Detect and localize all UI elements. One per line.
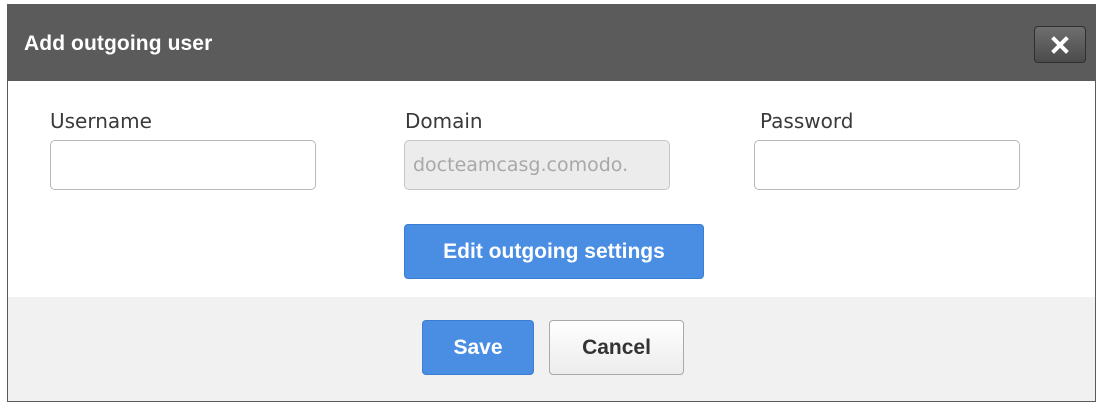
close-icon [1051, 35, 1069, 54]
username-input[interactable] [50, 140, 316, 190]
password-input[interactable] [754, 140, 1020, 190]
dialog-title: Add outgoing user [24, 32, 213, 55]
edit-outgoing-settings-button[interactable]: Edit outgoing settings [404, 224, 704, 279]
save-button[interactable]: Save [422, 320, 534, 375]
username-label: Username [50, 109, 152, 133]
dialog-titlebar: Add outgoing user [8, 5, 1095, 81]
domain-input[interactable] [404, 140, 670, 190]
add-outgoing-user-dialog: Add outgoing user Username Domain Passwo… [7, 4, 1096, 402]
close-button[interactable] [1034, 26, 1086, 63]
password-label: Password [760, 109, 854, 133]
dialog-footer: Save Cancel [8, 297, 1095, 401]
cancel-button[interactable]: Cancel [549, 320, 684, 375]
domain-label: Domain [405, 109, 483, 133]
